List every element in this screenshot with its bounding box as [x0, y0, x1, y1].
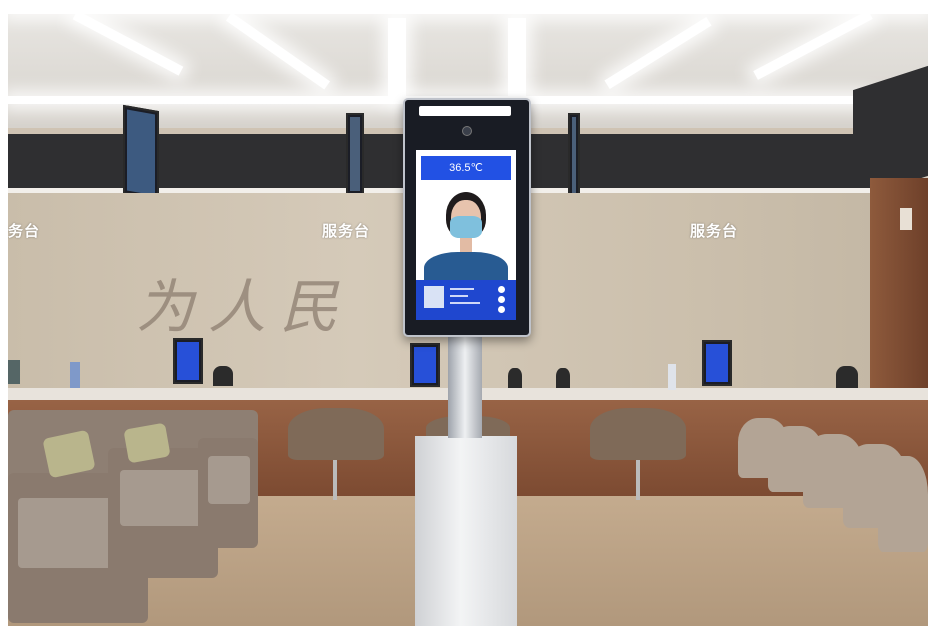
status-icon [498, 306, 505, 313]
chair-leg [333, 460, 337, 500]
sofa-cushion [208, 456, 250, 504]
hanging-display [346, 113, 364, 195]
wood-side-wall [870, 178, 928, 403]
ceiling-light [388, 18, 406, 98]
counter-sign: 务台 [8, 222, 41, 240]
ceiling-light [8, 8, 928, 14]
status-icon [498, 286, 505, 293]
hanging-display [123, 104, 159, 201]
info-panel [416, 280, 516, 320]
counter-terminal [410, 343, 440, 387]
lounge-chair [288, 408, 384, 460]
counter-device [70, 362, 80, 388]
wall-calligraphy: 为人民 [136, 273, 353, 341]
counter-device [8, 360, 20, 384]
camera-icon [462, 126, 472, 136]
info-line [450, 302, 480, 304]
status-icon [498, 296, 505, 303]
counter-chair-back [213, 366, 233, 386]
counter-terminal [173, 338, 203, 384]
face-mask-icon [450, 216, 482, 238]
ceiling-light [508, 18, 526, 98]
wall-sign-plate [900, 208, 912, 230]
counter-sign: 服务台 [690, 222, 739, 240]
kiosk-light-bar [419, 106, 511, 116]
kiosk-pole [448, 333, 482, 438]
counter-terminal [702, 340, 732, 386]
kiosk-screen: 36.5℃ [416, 150, 516, 320]
info-line [450, 295, 468, 297]
counter-chair-back [508, 368, 522, 388]
sofa-cushion [120, 470, 208, 526]
kiosk-pedestal [415, 436, 517, 626]
temperature-banner: 36.5℃ [421, 156, 511, 180]
lounge-chair [590, 408, 686, 460]
chair-leg [636, 460, 640, 500]
service-hall-photo: 务台 服务台 服务台 为人民 36.5℃ [8, 8, 928, 626]
counter-chair-back [836, 366, 858, 388]
id-photo-thumbnail [424, 286, 444, 308]
counter-chair-back [556, 368, 570, 388]
info-line [450, 288, 474, 290]
throw-pillow [123, 422, 171, 464]
counter-device [668, 364, 676, 390]
waiting-chair [878, 456, 928, 552]
counter-sign: 服务台 [322, 222, 371, 240]
